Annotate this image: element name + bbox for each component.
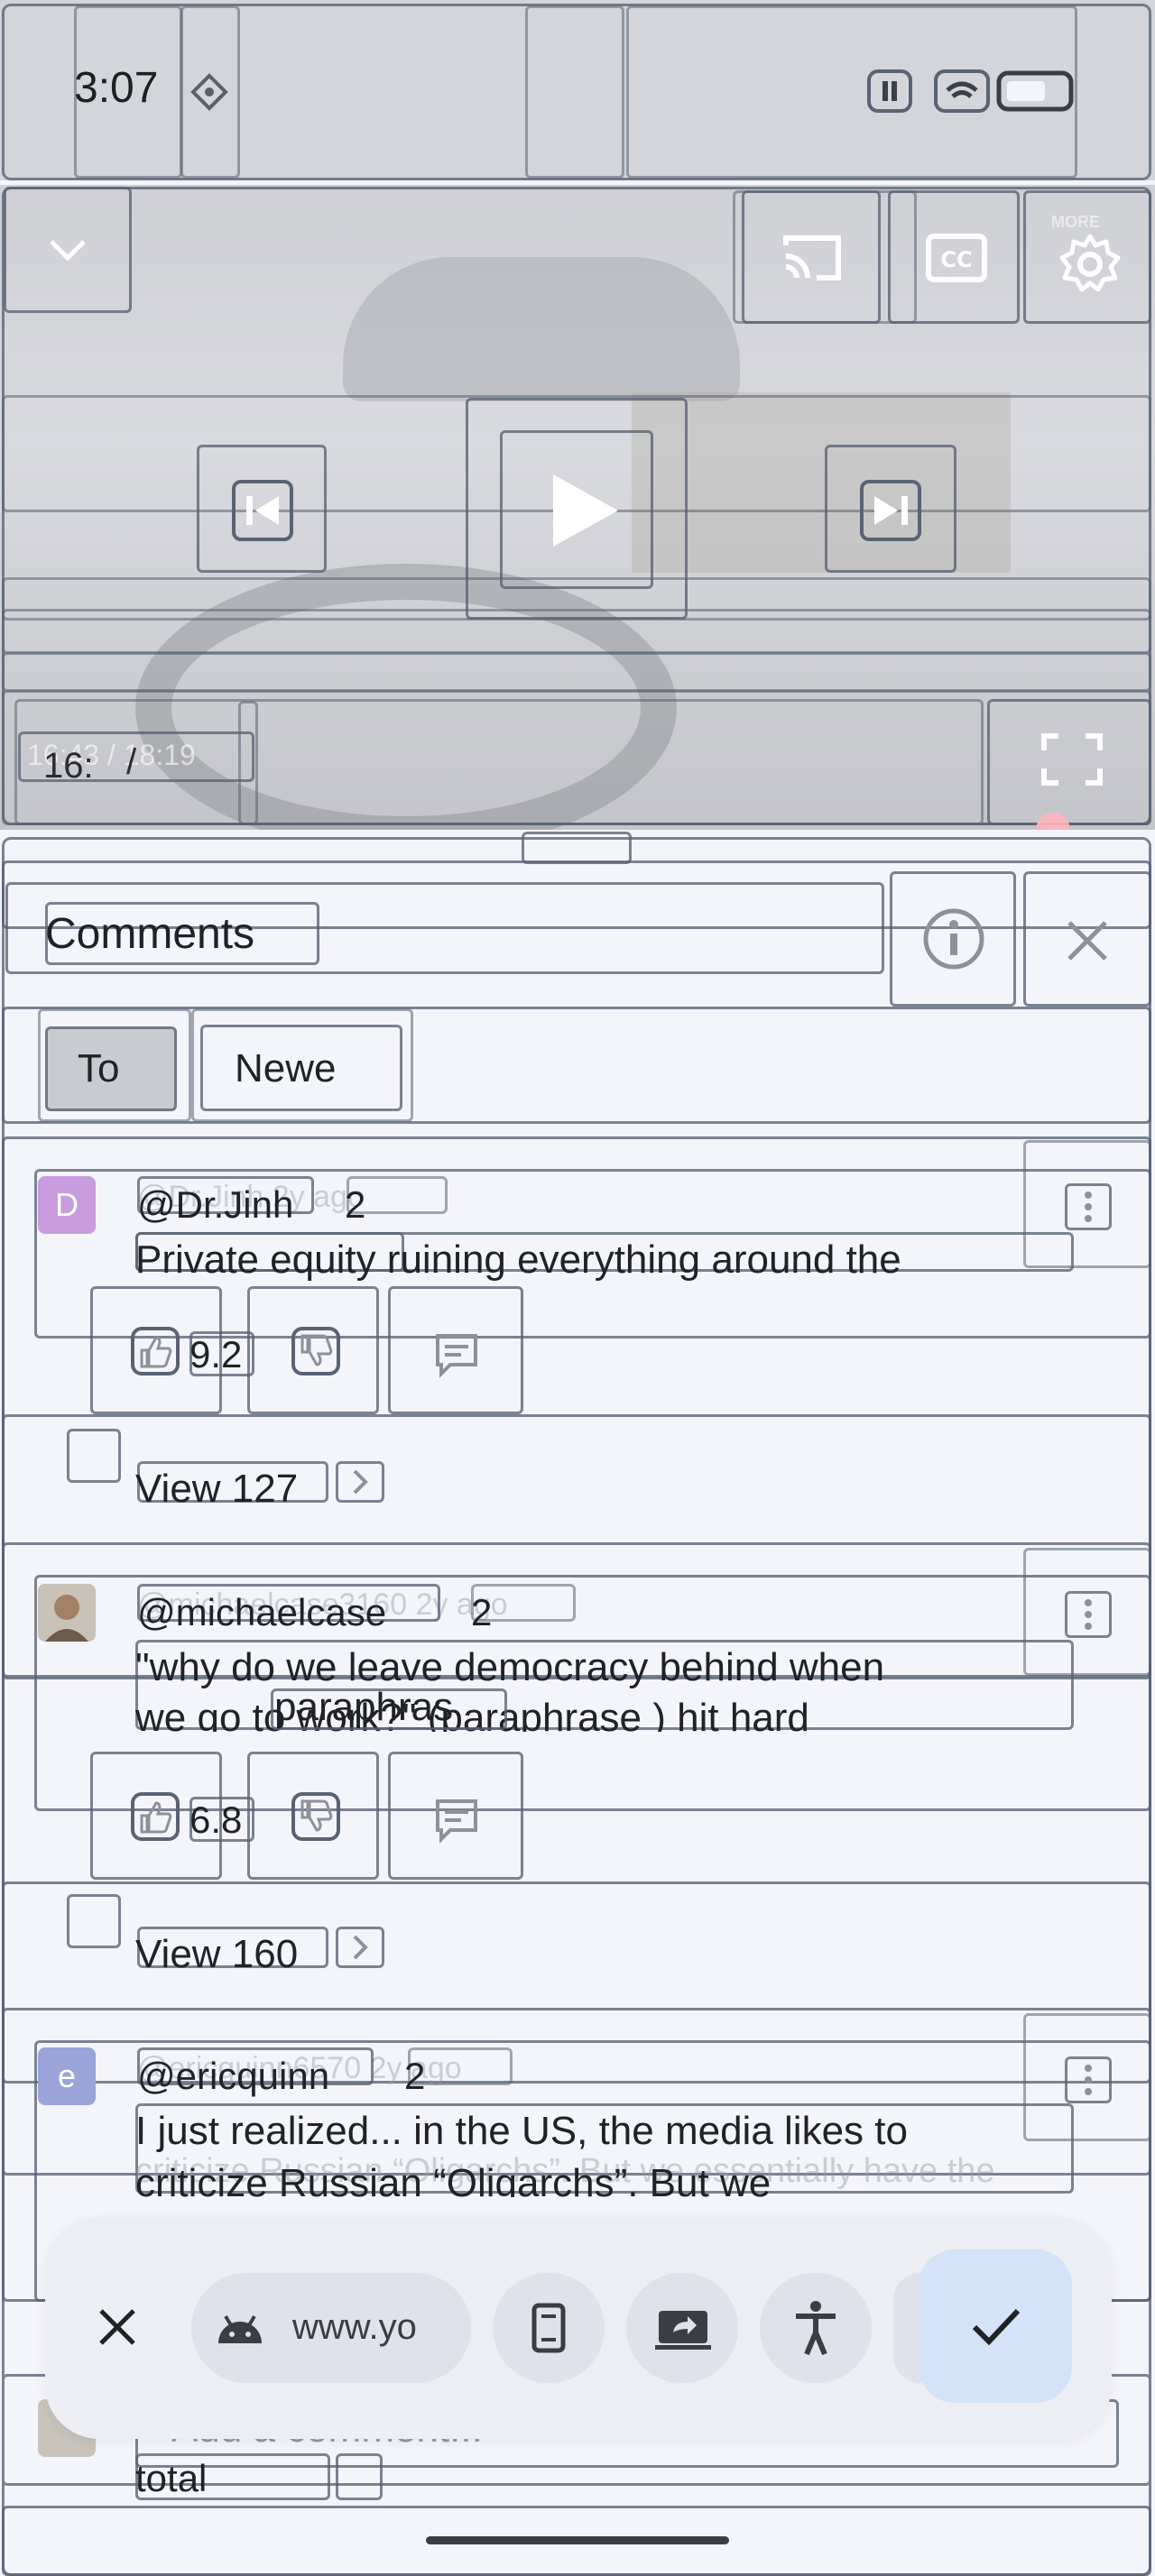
accessibility-icon bbox=[792, 2300, 839, 2356]
info-icon bbox=[921, 906, 986, 971]
close-icon bbox=[96, 2305, 139, 2349]
elapsed-time: 16: bbox=[43, 746, 94, 786]
skip-next-icon bbox=[856, 476, 925, 545]
comment-menu-button[interactable] bbox=[1065, 1183, 1112, 1230]
status-bar: 3:07 bbox=[0, 0, 1155, 180]
replies-chevron[interactable] bbox=[336, 1927, 384, 1968]
close-icon bbox=[1062, 915, 1113, 966]
more-vert-icon bbox=[1084, 2065, 1093, 2095]
signal-icon bbox=[866, 69, 913, 114]
phone-icon bbox=[531, 2302, 567, 2354]
view-replies[interactable]: View 160 bbox=[135, 1932, 298, 1977]
thumb-down-icon bbox=[291, 1327, 340, 1375]
time-separator: / bbox=[126, 742, 137, 782]
toolbar-close-button[interactable] bbox=[85, 2295, 150, 2360]
play-icon bbox=[537, 467, 624, 554]
comment-author[interactable]: @Dr.Jinh bbox=[137, 1183, 293, 1227]
cast-screen-button[interactable] bbox=[626, 2273, 738, 2383]
more-vert-icon bbox=[1084, 1191, 1093, 1222]
reply-icon bbox=[432, 1330, 481, 1379]
closed-captions-icon: CC bbox=[925, 233, 988, 283]
like-count: 9.2 bbox=[189, 1333, 243, 1375]
comment-age: 2 bbox=[404, 2055, 426, 2097]
cast-button[interactable] bbox=[742, 190, 881, 324]
svg-text:CC: CC bbox=[940, 247, 972, 272]
close-comments-button[interactable] bbox=[1023, 871, 1151, 1007]
settings-button[interactable]: MORE bbox=[1023, 190, 1151, 324]
collapse-button[interactable] bbox=[4, 187, 132, 313]
thumb-up-icon bbox=[131, 1327, 180, 1375]
comment-text-line1: I just realized... in the US, the media … bbox=[135, 2109, 908, 2153]
info-button[interactable] bbox=[890, 871, 1016, 1007]
comment-text-line1: "why do we leave democracy behind when bbox=[135, 1645, 885, 1689]
total-label: total bbox=[135, 2457, 208, 2499]
comment-text: Private equity ruining everything around… bbox=[135, 1237, 901, 1282]
chevron-down-icon bbox=[46, 233, 89, 269]
next-button[interactable] bbox=[825, 445, 956, 573]
wifi-icon bbox=[933, 69, 991, 114]
tab-newest-label: Newe bbox=[235, 1046, 337, 1090]
fullscreen-button[interactable] bbox=[987, 699, 1151, 825]
vpn-key-icon bbox=[189, 72, 229, 112]
comment-author[interactable]: @michaelcase bbox=[137, 1591, 386, 1634]
gesture-nav-bar[interactable] bbox=[426, 2536, 729, 2544]
android-icon bbox=[213, 2307, 267, 2347]
thumb-down-icon bbox=[291, 1792, 340, 1841]
cast-icon bbox=[781, 233, 844, 283]
avatar[interactable] bbox=[38, 1584, 96, 1642]
reply-button[interactable] bbox=[388, 1752, 523, 1880]
status-time: 3:07 bbox=[74, 64, 159, 112]
confirm-button[interactable] bbox=[919, 2249, 1072, 2403]
app-chip[interactable]: www.yo bbox=[191, 2273, 471, 2383]
skip-previous-icon bbox=[228, 476, 297, 545]
link-label: paraphras bbox=[274, 1685, 454, 1729]
drag-handle[interactable] bbox=[522, 832, 632, 864]
comment-age: 2 bbox=[345, 1183, 366, 1226]
settings-caption: MORE bbox=[1051, 213, 1100, 231]
dislike-button[interactable] bbox=[247, 1752, 379, 1880]
cast-screen-icon bbox=[655, 2307, 711, 2351]
view-replies[interactable]: View 127 bbox=[135, 1467, 298, 1512]
avatar[interactable]: e bbox=[38, 2047, 96, 2105]
more-vert-icon bbox=[1084, 1599, 1093, 1630]
comments-title: Comments bbox=[45, 910, 255, 958]
comment-age: 2 bbox=[471, 1591, 493, 1633]
replies-toggle-box[interactable] bbox=[67, 1429, 121, 1483]
like-count: 6.8 bbox=[189, 1799, 243, 1841]
dislike-button[interactable] bbox=[247, 1286, 379, 1414]
seek-thumb-box[interactable] bbox=[238, 701, 258, 825]
captions-button[interactable]: CC bbox=[888, 190, 1020, 324]
replies-chevron[interactable] bbox=[336, 1461, 384, 1503]
comment-menu-button[interactable] bbox=[1065, 2056, 1112, 2103]
settings-gear-icon bbox=[1058, 233, 1122, 296]
comment-text-line2: criticize Russian “Oligarchs”. But we bbox=[135, 2161, 772, 2197]
thumb-up-icon bbox=[131, 1792, 180, 1841]
replies-toggle-box[interactable] bbox=[67, 1894, 121, 1948]
play-button[interactable] bbox=[500, 430, 653, 589]
avatar[interactable]: D bbox=[38, 1176, 96, 1234]
tab-top-label: To bbox=[78, 1046, 120, 1090]
app-chip-label: www.yo bbox=[292, 2307, 417, 2347]
fullscreen-icon bbox=[1040, 732, 1104, 787]
comment-author[interactable]: @ericquinn bbox=[137, 2055, 329, 2098]
video-player[interactable]: CC MORE 16:43 / 18:19 16: / bbox=[0, 185, 1155, 830]
reply-button[interactable] bbox=[388, 1286, 523, 1414]
reply-icon bbox=[432, 1796, 481, 1845]
accessibility-button[interactable] bbox=[760, 2273, 872, 2383]
check-icon bbox=[971, 2305, 1021, 2347]
comment-menu-button[interactable] bbox=[1065, 1591, 1112, 1638]
battery-icon bbox=[996, 70, 1074, 112]
selection-toolbar: www.yo bbox=[45, 2217, 1112, 2439]
previous-button[interactable] bbox=[197, 445, 327, 573]
device-button[interactable] bbox=[493, 2273, 605, 2383]
